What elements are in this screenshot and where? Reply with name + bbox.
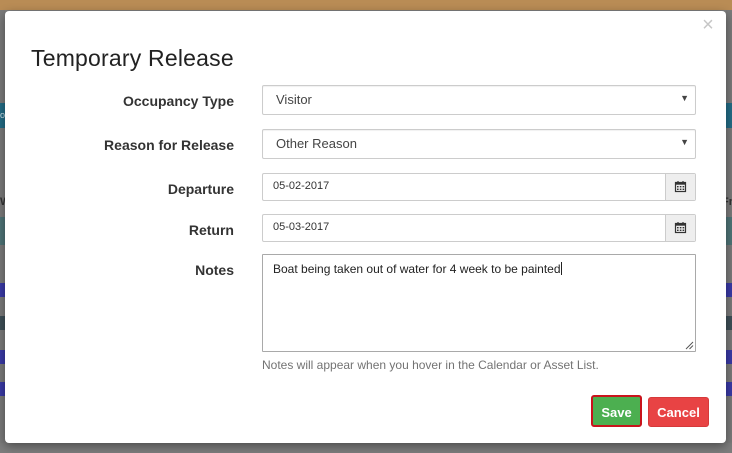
occupancy-type-select[interactable]: Visitor ▼ [262,85,696,115]
return-label: Return [188,222,234,238]
notes-text: Boat being taken out of water for 4 week… [273,262,562,276]
return-date-value: 05-03-2017 [273,221,330,233]
departure-date-field[interactable]: 05-02-2017 [262,173,696,201]
text-cursor [560,262,562,275]
background-bottom-strip [0,443,732,453]
temporary-release-dialog: × Temporary Release Occupancy Type Visit… [5,11,726,443]
chevron-down-icon: ▼ [680,93,689,103]
background-right-band [726,103,732,128]
resize-grip-icon[interactable] [685,341,694,350]
reason-for-release-label: Reason for Release [104,137,234,153]
notes-value: Boat being taken out of water for 4 week… [273,262,561,276]
occupancy-type-value: Visitor [276,92,312,107]
occupancy-type-label: Occupancy Type [122,93,234,109]
background-top-bar [0,0,732,10]
calendar-icon[interactable] [665,174,695,200]
background-right-event [726,350,732,364]
dialog-title: Temporary Release [31,45,234,71]
notes-textarea[interactable]: Boat being taken out of water for 4 week… [262,254,696,352]
close-button[interactable]: × [698,14,718,36]
background-right-event [726,382,732,396]
departure-date-value: 05-02-2017 [273,180,330,192]
background-right-event [726,316,732,330]
calendar-icon[interactable] [665,215,695,241]
notes-label: Notes [195,262,234,278]
background-right-row [726,217,732,245]
chevron-down-icon: ▼ [680,137,689,147]
notes-help-text: Notes will appear when you hover in the … [262,358,599,372]
cancel-button[interactable]: Cancel [648,397,709,427]
save-button[interactable]: Save [591,395,642,427]
background-right-event [726,283,732,297]
return-date-field[interactable]: 05-03-2017 [262,214,696,242]
departure-label: Departure [167,181,234,197]
reason-for-release-value: Other Reason [276,136,357,151]
reason-for-release-select[interactable]: Other Reason ▼ [262,129,696,159]
